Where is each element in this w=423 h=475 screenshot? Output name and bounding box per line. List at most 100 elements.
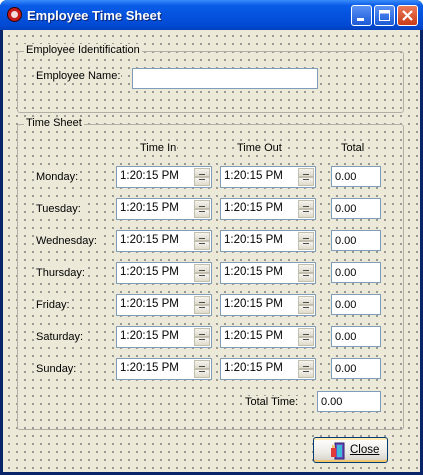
app-window: Employee Time Sheet Employee Identificat… xyxy=(0,0,423,475)
window-title: Employee Time Sheet xyxy=(27,8,162,23)
employee-name-input[interactable] xyxy=(132,68,318,89)
spin-buttons[interactable] xyxy=(298,264,314,282)
time-out-value: 1:20:15 PM xyxy=(224,330,283,342)
spin-buttons[interactable] xyxy=(298,232,314,250)
spin-down-icon[interactable] xyxy=(194,369,210,378)
spin-down-icon[interactable] xyxy=(298,273,314,282)
time-in-picker-sunday[interactable]: 1:20:15 PM xyxy=(116,358,212,380)
total-field-friday[interactable] xyxy=(331,294,381,315)
spin-down-icon[interactable] xyxy=(298,241,314,250)
spin-down-icon[interactable] xyxy=(194,305,210,314)
spin-down-icon[interactable] xyxy=(194,273,210,282)
time-sheet-group: Time Sheet Time In Time Out Total Monday… xyxy=(17,117,404,430)
spin-up-icon[interactable] xyxy=(194,328,210,337)
spin-buttons[interactable] xyxy=(194,264,210,282)
total-field-wednesday[interactable] xyxy=(331,230,381,251)
spin-buttons[interactable] xyxy=(298,296,314,314)
spin-up-icon[interactable] xyxy=(298,232,314,241)
time-in-value: 1:20:15 PM xyxy=(120,362,179,374)
spin-down-icon[interactable] xyxy=(298,305,314,314)
app-icon[interactable] xyxy=(7,7,22,22)
time-in-picker-thursday[interactable]: 1:20:15 PM xyxy=(116,262,212,284)
spin-up-icon[interactable] xyxy=(194,264,210,273)
spin-up-icon[interactable] xyxy=(298,200,314,209)
maximize-button[interactable] xyxy=(374,5,395,26)
time-in-picker-friday[interactable]: 1:20:15 PM xyxy=(116,294,212,316)
minimize-button[interactable] xyxy=(351,5,372,26)
time-in-header: Time In xyxy=(139,142,178,154)
total-field-saturday[interactable] xyxy=(331,326,381,347)
time-in-picker-tuesday[interactable]: 1:20:15 PM xyxy=(116,198,212,220)
spin-buttons[interactable] xyxy=(298,328,314,346)
time-in-picker-wednesday[interactable]: 1:20:15 PM xyxy=(116,230,212,252)
spin-up-icon[interactable] xyxy=(194,360,210,369)
time-out-header: Time Out xyxy=(236,142,283,154)
spin-up-icon[interactable] xyxy=(194,296,210,305)
time-out-value: 1:20:15 PM xyxy=(224,266,283,278)
time-out-value: 1:20:15 PM xyxy=(224,362,283,374)
spin-up-icon[interactable] xyxy=(194,232,210,241)
total-time-label: Total Time: xyxy=(244,396,300,408)
time-out-picker-friday[interactable]: 1:20:15 PM xyxy=(220,294,316,316)
time-out-picker-monday[interactable]: 1:20:15 PM xyxy=(220,166,316,188)
total-field-sunday[interactable] xyxy=(331,358,381,379)
spin-up-icon[interactable] xyxy=(194,168,210,177)
spin-down-icon[interactable] xyxy=(298,177,314,186)
client-area: Employee Identification Employee Name: T… xyxy=(3,30,420,472)
spin-up-icon[interactable] xyxy=(194,200,210,209)
spin-buttons[interactable] xyxy=(194,232,210,250)
close-icon xyxy=(402,10,413,21)
close-window-button[interactable] xyxy=(397,5,418,26)
time-out-picker-wednesday[interactable]: 1:20:15 PM xyxy=(220,230,316,252)
employee-name-label: Employee Name: xyxy=(35,70,122,82)
day-label-tuesday: Tuesday: xyxy=(35,203,82,215)
spin-buttons[interactable] xyxy=(194,360,210,378)
spin-buttons[interactable] xyxy=(194,200,210,218)
door-exit-icon xyxy=(331,442,345,460)
spin-buttons[interactable] xyxy=(298,168,314,186)
spin-buttons[interactable] xyxy=(194,328,210,346)
time-in-picker-monday[interactable]: 1:20:15 PM xyxy=(116,166,212,188)
spin-down-icon[interactable] xyxy=(298,209,314,218)
total-field-monday[interactable] xyxy=(331,166,381,187)
time-in-value: 1:20:15 PM xyxy=(120,266,179,278)
spin-buttons[interactable] xyxy=(194,168,210,186)
title-bar[interactable]: Employee Time Sheet xyxy=(0,0,423,30)
minimize-icon xyxy=(357,18,364,21)
time-out-value: 1:20:15 PM xyxy=(224,202,283,214)
time-in-value: 1:20:15 PM xyxy=(120,234,179,246)
spin-up-icon[interactable] xyxy=(298,296,314,305)
time-out-picker-thursday[interactable]: 1:20:15 PM xyxy=(220,262,316,284)
total-field-thursday[interactable] xyxy=(331,262,381,283)
total-time-field[interactable] xyxy=(317,391,381,412)
spin-up-icon[interactable] xyxy=(298,328,314,337)
close-button-label: Close xyxy=(350,444,380,456)
spin-down-icon[interactable] xyxy=(194,177,210,186)
day-label-saturday: Saturday: xyxy=(35,331,85,343)
time-out-picker-sunday[interactable]: 1:20:15 PM xyxy=(220,358,316,380)
employee-identification-caption: Employee Identification xyxy=(24,44,142,56)
time-in-value: 1:20:15 PM xyxy=(120,170,179,182)
time-sheet-caption: Time Sheet xyxy=(24,117,84,129)
spin-up-icon[interactable] xyxy=(298,168,314,177)
spin-down-icon[interactable] xyxy=(194,337,210,346)
time-out-picker-saturday[interactable]: 1:20:15 PM xyxy=(220,326,316,348)
spin-down-icon[interactable] xyxy=(298,337,314,346)
close-button[interactable]: Close xyxy=(313,437,388,463)
spin-down-icon[interactable] xyxy=(194,241,210,250)
spin-down-icon[interactable] xyxy=(298,369,314,378)
time-out-picker-tuesday[interactable]: 1:20:15 PM xyxy=(220,198,316,220)
spin-up-icon[interactable] xyxy=(298,360,314,369)
day-label-monday: Monday: xyxy=(35,171,80,183)
spin-up-icon[interactable] xyxy=(298,264,314,273)
spin-buttons[interactable] xyxy=(194,296,210,314)
spin-down-icon[interactable] xyxy=(194,209,210,218)
total-field-tuesday[interactable] xyxy=(331,198,381,219)
spin-buttons[interactable] xyxy=(298,360,314,378)
day-label-wednesday: Wednesday: xyxy=(35,235,98,247)
time-in-picker-saturday[interactable]: 1:20:15 PM xyxy=(116,326,212,348)
day-label-thursday: Thursday: xyxy=(35,267,86,279)
time-in-value: 1:20:15 PM xyxy=(120,330,179,342)
day-label-friday: Friday: xyxy=(35,299,71,311)
spin-buttons[interactable] xyxy=(298,200,314,218)
